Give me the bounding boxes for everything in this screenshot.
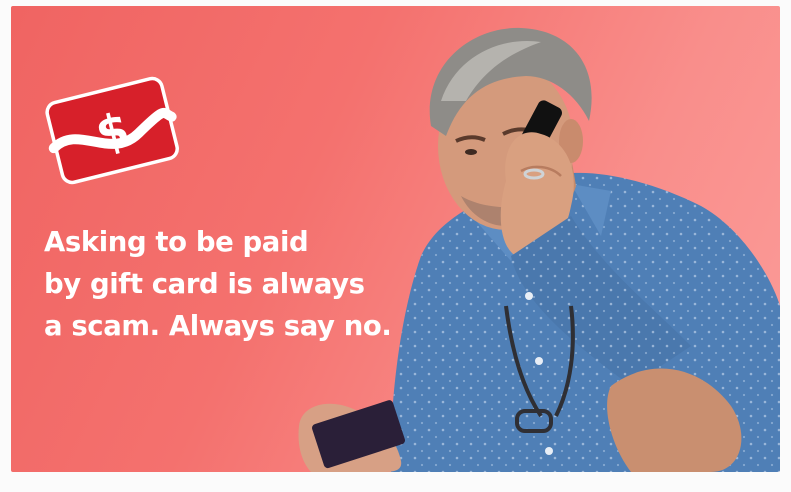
page-frame: $ Asking to be paid by gift card is alwa…	[0, 0, 791, 492]
man-on-phone-photo	[298, 27, 780, 472]
scam-warning-banner: $ Asking to be paid by gift card is alwa…	[11, 6, 780, 472]
gift-card-dollar-icon: $	[45, 76, 179, 185]
